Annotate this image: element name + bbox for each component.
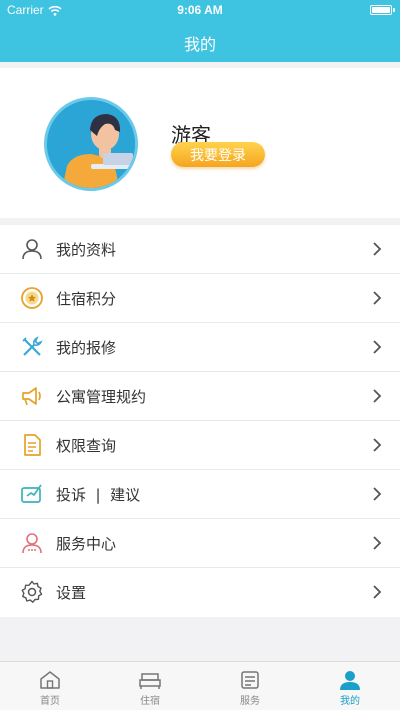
chevron-right-icon: [373, 536, 382, 550]
menu-item-profile[interactable]: 我的资料: [0, 225, 400, 274]
menu-item-points[interactable]: 住宿积分: [0, 274, 400, 323]
person-icon: [22, 239, 42, 260]
bed-icon: [139, 673, 161, 689]
document-icon: [24, 434, 41, 456]
tab-home[interactable]: 首页: [0, 662, 100, 710]
tab-label: 服务: [240, 696, 260, 707]
gear-icon: [21, 580, 43, 603]
menu-item-feedback[interactable]: 投诉 | 建议: [0, 470, 400, 519]
status-bar: Carrier 9:06 AM: [0, 0, 400, 20]
menu-item-label: 设置: [56, 584, 87, 602]
chevron-right-icon: [373, 291, 382, 305]
menu-item-label: 住宿积分: [56, 290, 117, 308]
user-avatar[interactable]: [44, 97, 138, 191]
menu-item-repair[interactable]: 我的报修: [0, 323, 400, 372]
tab-label: 住宿: [140, 696, 160, 707]
tab-label: 我的: [340, 696, 360, 707]
tab-mine[interactable]: 我的: [300, 662, 400, 710]
menu-item-rules[interactable]: 公寓管理规约: [0, 372, 400, 421]
tab-services[interactable]: 服务: [200, 662, 300, 710]
chevron-right-icon: [373, 340, 382, 354]
status-time: 9:06 AM: [177, 3, 223, 17]
home-icon: [40, 671, 60, 689]
chevron-right-icon: [373, 585, 382, 599]
profile-icon: [340, 671, 360, 690]
service-list-icon: [241, 671, 259, 689]
menu-item-label: 公寓管理规约: [56, 388, 147, 406]
chevron-right-icon: [373, 487, 382, 501]
avatar-illustration-icon: [47, 100, 135, 188]
menu-item-service-center[interactable]: 服务中心: [0, 519, 400, 568]
menu-item-settings[interactable]: 设置: [0, 568, 400, 617]
menu-item-label: 我的报修: [56, 339, 117, 357]
tab-bar: 首页 住宿 服务 我的: [0, 661, 400, 710]
menu-item-label: 投诉 | 建议: [56, 486, 141, 504]
menu-item-label: 服务中心: [56, 535, 117, 553]
feedback-icon: [21, 484, 42, 503]
service-icon: [22, 533, 42, 554]
chevron-right-icon: [373, 389, 382, 403]
page-title: 我的: [183, 35, 216, 54]
menu-list: 我的资料 住宿积分 我的报修 公寓管理规约 权限查询 投诉 | 建议 服务中心 …: [0, 225, 400, 617]
app-header: Carrier 9:06 AM 我的: [0, 0, 400, 62]
tools-icon: [22, 336, 43, 356]
battery-icon: [370, 5, 395, 15]
tab-lodging[interactable]: 住宿: [100, 662, 200, 710]
menu-item-permission[interactable]: 权限查询: [0, 421, 400, 470]
chevron-right-icon: [373, 438, 382, 452]
tab-label: 首页: [40, 696, 60, 707]
megaphone-icon: [22, 387, 41, 406]
menu-item-label: 权限查询: [56, 437, 117, 455]
login-button[interactable]: 我要登录: [171, 142, 265, 167]
chevron-right-icon: [373, 242, 382, 256]
points-icon: [21, 287, 43, 309]
menu-item-label: 我的资料: [56, 241, 117, 259]
